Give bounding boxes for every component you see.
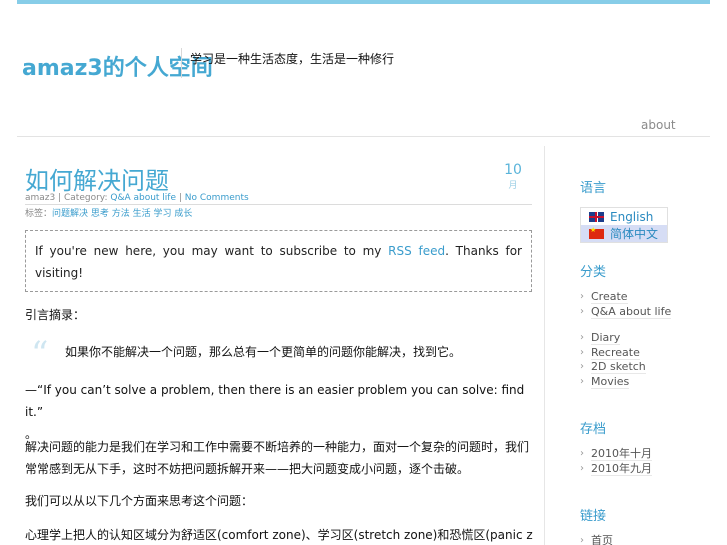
sidebar-links-heading: 链接	[580, 509, 607, 524]
sidebar-categories-list: › Create › Q&A about life › Diary › Recreate…	[580, 290, 672, 390]
post-author: amaz3	[25, 193, 56, 203]
sidebar-item-create[interactable]: › Create	[580, 290, 671, 305]
tags-links[interactable]: 问题解决 思考 方法 生活 学习 成长	[52, 209, 192, 219]
top-accent-bar	[17, 0, 710, 4]
sidebar-archives-heading: 存档	[580, 422, 607, 437]
site-title[interactable]: amaz3的个人空间	[22, 50, 213, 82]
sidebar-divider	[544, 146, 545, 545]
chevron-right-icon: ›	[580, 535, 584, 545]
post-paragraph-points: 我们可以从以下几个方面来思考这个问题：	[25, 494, 254, 508]
sidebar-item-archive[interactable]: › 2010年十月	[580, 447, 652, 462]
sidebar-item-movies[interactable]: › Movies	[580, 374, 671, 390]
chevron-right-icon: ›	[580, 332, 584, 343]
chevron-right-icon: ›	[580, 448, 584, 459]
language-label: 简体中文	[610, 227, 659, 241]
post-tags: 标签：问题解决 思考 方法 生活 学习 成长	[25, 206, 192, 219]
chevron-right-icon: ›	[580, 305, 584, 317]
sidebar-archives-list: › 2010年十月 › 2010年九月	[580, 447, 652, 476]
post-title[interactable]: 如何解决问题	[25, 161, 169, 196]
quote-mark-icon: “	[31, 334, 49, 374]
sidebar-spacer	[580, 319, 671, 331]
category-prefix: | Category:	[55, 193, 111, 203]
sidebar-language-heading: 语言	[580, 181, 607, 196]
post-paragraph-body: 解决问题的能力是我们在学习和工作中需要不断培养的一种能力，面对一个复杂的问题时，…	[25, 440, 530, 476]
language-option-chinese[interactable]: 简体中文	[581, 225, 667, 242]
post-paragraph-intro: 引言摘录：	[25, 308, 86, 322]
uk-flag-icon	[589, 211, 604, 222]
tags-label: 标签：	[25, 209, 53, 219]
sidebar-item-2d-sketch[interactable]: › 2D sketch	[580, 360, 671, 375]
post-quote: 如果你不能解决一个问题，那么总有一个更简单的问题你能解决，找到它。	[65, 345, 462, 359]
sidebar-item-link[interactable]: › 首页	[580, 534, 613, 545]
post-date-day: 10	[504, 162, 522, 178]
rss-notice: If you're new here, you may want to subs…	[25, 230, 532, 292]
post-paragraph-zones: 心理学上把人的认知区域分为舒适区(comfort zone)、学习区(stret…	[25, 528, 533, 542]
chevron-right-icon: ›	[580, 346, 584, 358]
sidebar-links-list: › 首页	[580, 534, 613, 545]
cn-flag-icon	[589, 226, 604, 239]
title-divider	[181, 48, 182, 78]
post-meta: amaz3 | Category: Q&A about life | No Co…	[25, 193, 249, 203]
chevron-right-icon: ›	[580, 462, 584, 474]
nav-about-link[interactable]: about	[641, 118, 676, 132]
language-option-english[interactable]: English	[581, 208, 667, 225]
sidebar-categories-heading: 分类	[580, 265, 607, 280]
post-category-link[interactable]: Q&A about life	[110, 193, 176, 203]
chevron-right-icon: ›	[580, 375, 584, 387]
post-comments-link[interactable]: No Comments	[185, 193, 249, 203]
sidebar-item-archive[interactable]: › 2010年九月	[580, 461, 652, 477]
sidebar-item-diary[interactable]: › Diary	[580, 331, 671, 346]
post-header-rule	[25, 204, 532, 205]
notice-text-before: If you're new here, you may want to subs…	[35, 244, 389, 258]
site-tagline: 学习是一种生活态度，生活是一种修行	[190, 52, 395, 66]
language-label: English	[610, 209, 654, 224]
sidebar-item-qa-about-life[interactable]: › Q&A about life	[580, 304, 672, 320]
quote-english: —“If you can’t solve a problem, then the…	[25, 383, 525, 419]
language-switcher: English 简体中文	[580, 207, 668, 243]
rss-feed-link[interactable]: RSS feed	[388, 244, 445, 258]
chevron-right-icon: ›	[580, 291, 584, 302]
sidebar-item-recreate[interactable]: › Recreate	[580, 345, 671, 361]
nav-divider	[17, 136, 710, 137]
meta-separator: |	[176, 193, 185, 203]
post-date-month: 月	[508, 181, 518, 191]
chevron-right-icon: ›	[580, 361, 584, 372]
